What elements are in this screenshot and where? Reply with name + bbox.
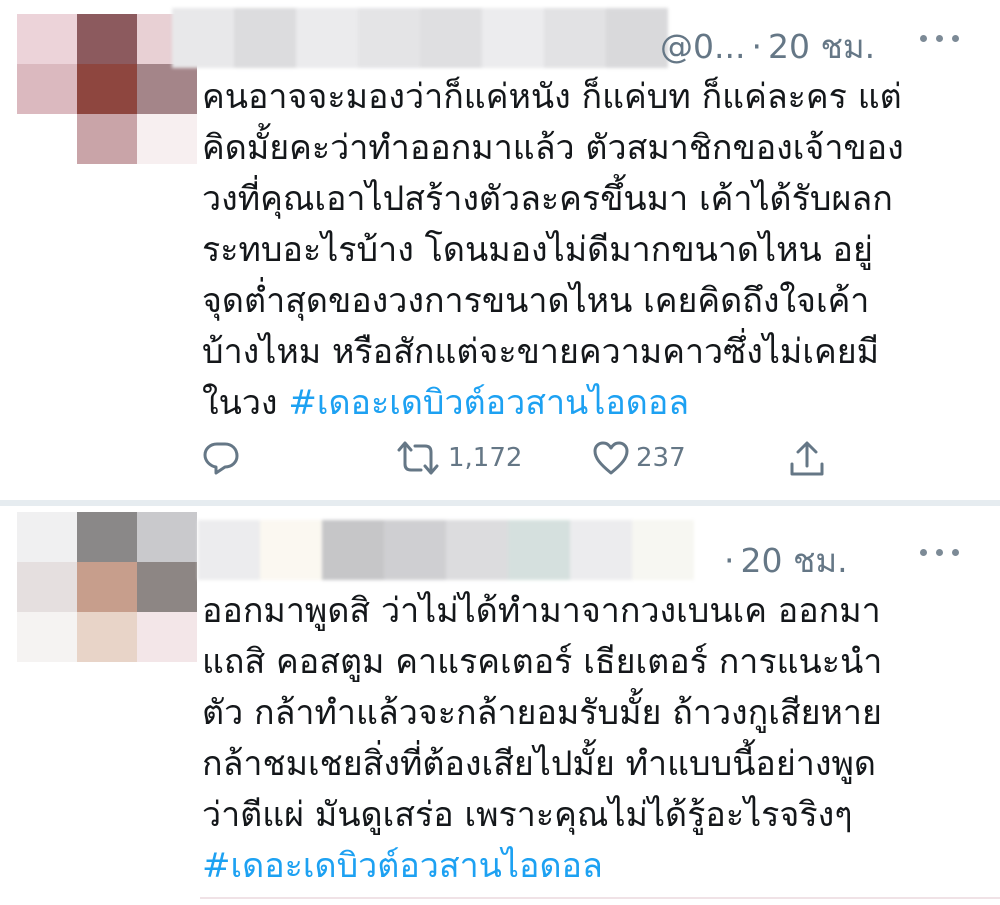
- retweet-button[interactable]: 1,172: [394, 440, 522, 476]
- share-icon: [790, 441, 824, 476]
- author-name-blurred[interactable]: [198, 520, 694, 580]
- tweet-text: คนอาจจะมองว่าก็แค่หนัง ก็แค่บท ก็แค่ละคร…: [202, 72, 972, 429]
- reply-icon: [203, 442, 239, 475]
- tweet-time[interactable]: 20 ชม.: [741, 541, 848, 580]
- tweet-time[interactable]: 20 ชม.: [768, 27, 875, 66]
- bottom-edge: [200, 897, 1000, 899]
- hashtag-link[interactable]: #เดอะเดบิวต์อวสานไอดอล: [288, 383, 689, 423]
- author-name-blurred[interactable]: [172, 8, 668, 68]
- tweet-text-line: จุดต่ำสุดของวงการขนาดไหน เคยคิดถึงใจเค้า: [202, 281, 870, 321]
- like-count: 237: [636, 443, 686, 473]
- tweet-text-line: ว่าตีแผ่ มันดูเสร่อ เพราะคุณไม่ได้รู้อะไ…: [202, 795, 853, 835]
- share-button[interactable]: [788, 440, 826, 478]
- tweet-text-line: ระทบอะไรบ้าง โดนมองไม่ดีมากขนาดไหน อยู่: [202, 230, 873, 270]
- tweet-2[interactable]: · 20 ชม. ออกมาพูดสิ ว่าไม่ได้ทำมาจากวงเบน…: [0, 506, 1000, 905]
- tweet-meta: @0... · 20 ชม.: [660, 20, 875, 73]
- like-button[interactable]: 237: [592, 440, 686, 476]
- avatar[interactable]: [17, 14, 197, 164]
- tweet-meta: · 20 ชม.: [724, 534, 848, 587]
- tweet-text-line: แถสิ คอสตูม คาแรคเตอร์ เธียเตอร์ การแนะน…: [202, 642, 883, 682]
- tweet-text-line: คิดมั้ยคะว่าทำออกมาแล้ว ตัวสมาชิกของเจ้า…: [202, 128, 904, 168]
- tweet-1[interactable]: @0... · 20 ชม. คนอาจจะมองว่าก็แค่หนัง ก็แค…: [0, 0, 1000, 500]
- tweet-text-line: ออกมาพูดสิ ว่าไม่ได้ทำมาจากวงเบนเค ออกมา: [202, 591, 881, 631]
- more-icon[interactable]: [920, 35, 959, 42]
- tweet-text-line: ในวง #เดอะเดบิวต์อวสานไอดอล: [202, 378, 972, 429]
- tweet-text-line: ตัว กล้าทำแล้วจะกล้ายอมรับมั้ย ถ้าวงกูเส…: [202, 693, 882, 733]
- author-handle[interactable]: @0...: [660, 27, 745, 66]
- tweet-text-fragment: ในวง: [202, 383, 278, 423]
- retweet-icon: [397, 441, 439, 475]
- heart-icon: [593, 441, 629, 475]
- tweet-text-line: บ้างไหม หรือสักแต่จะขายความคาวซึ่งไม่เคย…: [202, 332, 880, 372]
- reply-button[interactable]: [202, 440, 240, 476]
- tweet-text-line: วงที่คุณเอาไปสร้างตัวละครขึ้นมา เค้าได้ร…: [202, 179, 893, 219]
- more-icon[interactable]: [920, 549, 959, 556]
- avatar[interactable]: [17, 512, 197, 662]
- tweet-text-line: กล้าชมเชยสิ่งที่ต้องเสียไปมั้ย ทำแบบนี้อ…: [202, 744, 876, 784]
- tweet-actions: 1,172 237: [202, 440, 842, 484]
- retweet-count: 1,172: [448, 443, 523, 473]
- meta-separator: ·: [751, 27, 762, 66]
- meta-separator: ·: [724, 541, 735, 580]
- hashtag-link[interactable]: #เดอะเดบิวต์อวสานไอดอล: [202, 841, 972, 892]
- tweet-text-line: คนอาจจะมองว่าก็แค่หนัง ก็แค่บท ก็แค่ละคร…: [202, 77, 902, 117]
- tweet-text: ออกมาพูดสิ ว่าไม่ได้ทำมาจากวงเบนเค ออกมา…: [202, 586, 972, 892]
